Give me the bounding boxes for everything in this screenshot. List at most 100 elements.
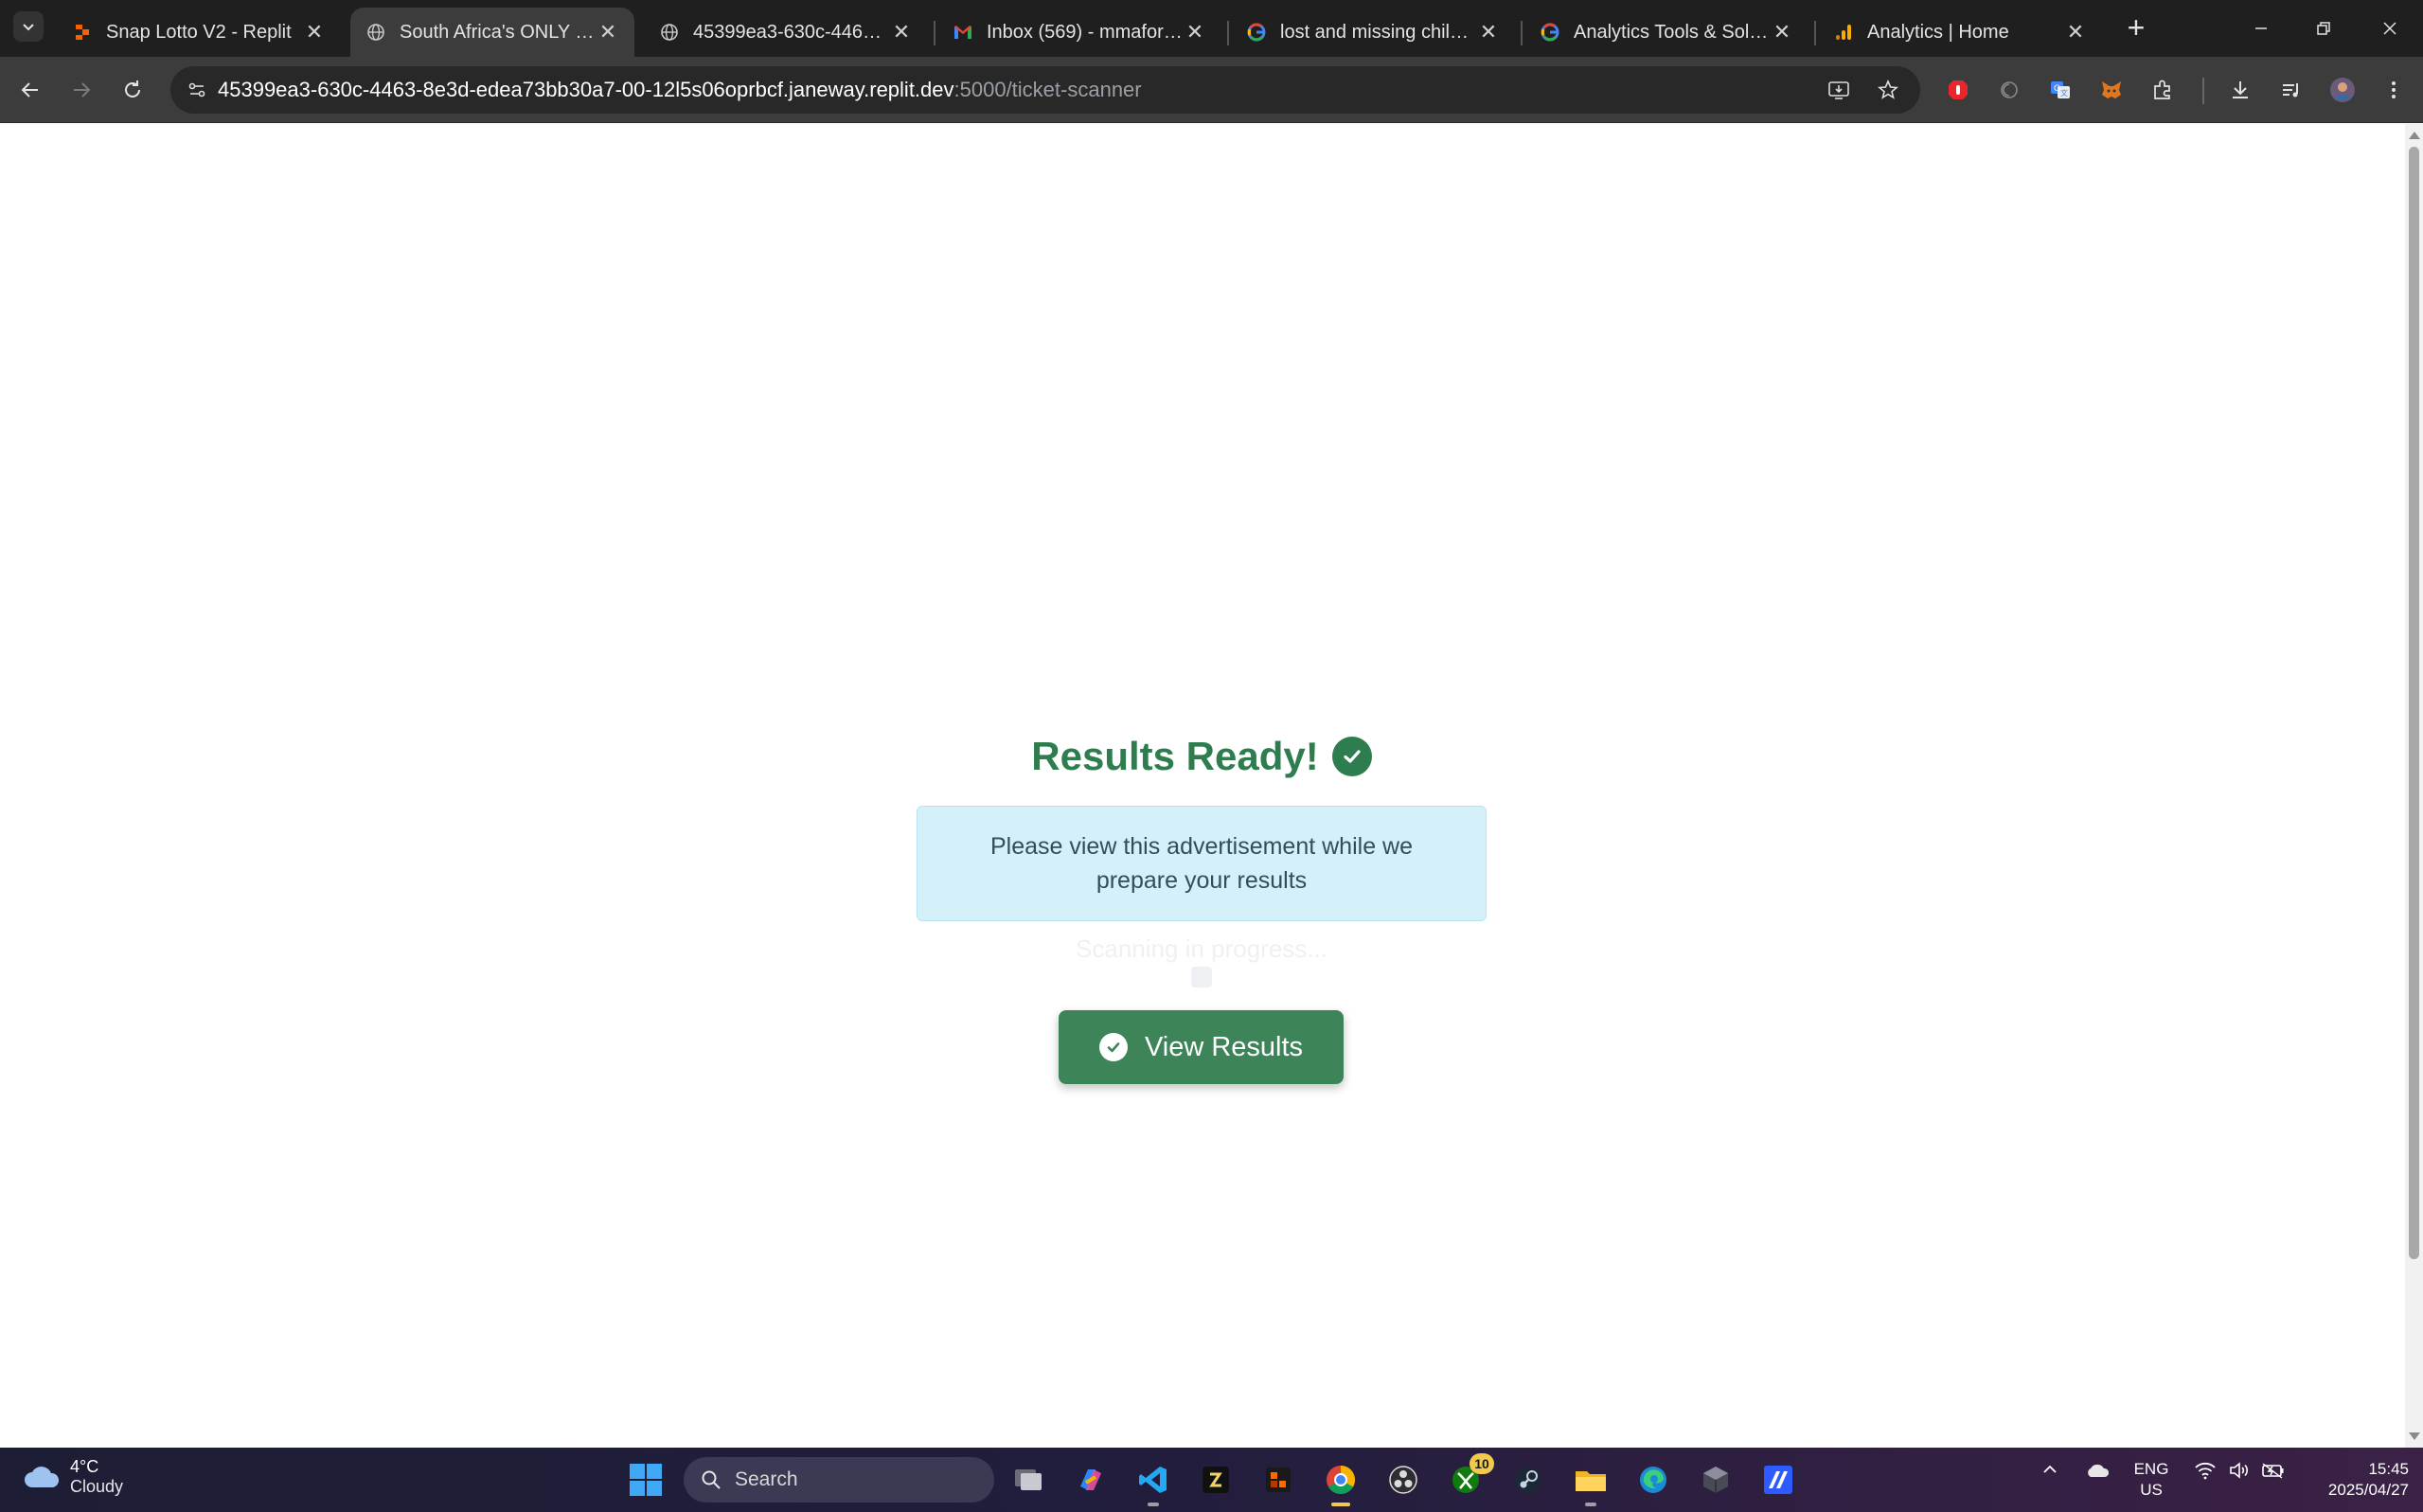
onedrive-cloud-icon[interactable] bbox=[2081, 1461, 2113, 1480]
clock-date: 2025/04/27 bbox=[2327, 1481, 2409, 1499]
forward-button[interactable] bbox=[62, 71, 100, 109]
running-indicator bbox=[1585, 1503, 1596, 1506]
close-icon[interactable]: ✕ bbox=[597, 20, 619, 44]
close-window-button[interactable] bbox=[2361, 8, 2418, 49]
reload-button[interactable] bbox=[114, 71, 151, 109]
minimize-button[interactable] bbox=[2233, 8, 2289, 49]
tab-separator bbox=[934, 21, 935, 45]
browser-menu-icon[interactable] bbox=[2375, 71, 2413, 109]
input-language-indicator[interactable]: ENG US bbox=[2129, 1459, 2174, 1501]
address-bar[interactable]: 45399ea3-630c-4463-8e3d-edea73bb30a7-00-… bbox=[170, 66, 1920, 114]
arrow-right-icon bbox=[74, 82, 91, 98]
wifi-icon[interactable] bbox=[2191, 1461, 2219, 1480]
close-icon[interactable]: ✕ bbox=[1184, 20, 1206, 44]
install-app-icon[interactable] bbox=[1818, 66, 1860, 114]
tab-gmail-inbox[interactable]: Inbox (569) - mmafora@c ✕ bbox=[937, 8, 1221, 57]
clock-time: 15:45 bbox=[2368, 1460, 2409, 1478]
bookmark-star-icon[interactable] bbox=[1867, 66, 1909, 114]
region-code: US bbox=[2140, 1481, 2163, 1499]
restore-icon bbox=[2317, 22, 2330, 35]
close-icon[interactable]: ✕ bbox=[1477, 20, 1500, 44]
tab-title: Inbox (569) - mmafora@c bbox=[987, 21, 1184, 43]
active-app-indicator bbox=[1331, 1503, 1350, 1506]
tab-analytics-tools[interactable]: Analytics Tools & Solution ✕ bbox=[1524, 8, 1808, 57]
volume-icon[interactable] bbox=[2225, 1461, 2254, 1480]
close-icon[interactable]: ✕ bbox=[303, 20, 326, 44]
view-results-label: View Results bbox=[1144, 1031, 1304, 1062]
translate-extension-icon[interactable]: G文 bbox=[2041, 71, 2079, 109]
terminal-app-icon[interactable] bbox=[1197, 1461, 1235, 1499]
battery-charging-icon[interactable] bbox=[2259, 1461, 2288, 1480]
weather-widget[interactable]: 4°C Cloudy bbox=[23, 1457, 123, 1497]
file-explorer-icon[interactable] bbox=[1572, 1461, 1610, 1499]
site-info-icon[interactable] bbox=[176, 80, 218, 100]
profile-avatar[interactable] bbox=[2324, 71, 2361, 109]
extension-circle-icon[interactable] bbox=[1990, 71, 2028, 109]
scroll-up-arrow-icon[interactable] bbox=[2409, 132, 2420, 139]
globe-icon bbox=[659, 22, 680, 43]
scroll-down-arrow-icon[interactable] bbox=[2409, 1432, 2420, 1440]
page-scrollbar[interactable] bbox=[2405, 124, 2423, 1448]
system-clock[interactable]: 15:45 2025/04/27 bbox=[2295, 1459, 2409, 1501]
downloads-icon[interactable] bbox=[2221, 71, 2259, 109]
tab-google-search[interactable]: lost and missing children ✕ bbox=[1231, 8, 1515, 57]
svg-text:文: 文 bbox=[2060, 88, 2068, 98]
tab-separator bbox=[1814, 21, 1816, 45]
metamask-fox-icon[interactable] bbox=[2093, 71, 2130, 109]
steam-icon[interactable] bbox=[1509, 1461, 1547, 1499]
reload-icon bbox=[125, 80, 140, 98]
show-hidden-icons-chevron-up-icon[interactable] bbox=[2036, 1461, 2064, 1478]
taskbar-search[interactable]: Search bbox=[684, 1457, 994, 1503]
page-title: Results Ready! bbox=[1031, 734, 1319, 778]
url-text[interactable]: 45399ea3-630c-4463-8e3d-edea73bb30a7-00-… bbox=[218, 78, 1142, 102]
analytics-icon bbox=[1833, 22, 1854, 43]
blue-app-icon[interactable] bbox=[1759, 1461, 1797, 1499]
vscode-icon[interactable] bbox=[1134, 1461, 1172, 1499]
close-icon[interactable]: ✕ bbox=[1771, 20, 1793, 44]
tab-snap-lotto-replit[interactable]: Snap Lotto V2 - Replit ✕ bbox=[57, 8, 341, 57]
close-icon[interactable]: ✕ bbox=[2064, 20, 2087, 44]
tab-analytics-home[interactable]: Analytics | Home ✕ bbox=[1818, 8, 2102, 57]
tab-title: Analytics | Home bbox=[1867, 21, 2009, 43]
language-code: ENG bbox=[2133, 1460, 2169, 1478]
task-view-icon[interactable] bbox=[1009, 1461, 1047, 1499]
browser-toolbar: 45399ea3-630c-4463-8e3d-edea73bb30a7-00-… bbox=[0, 57, 2423, 123]
tab-title: Analytics Tools & Solution bbox=[1574, 21, 1771, 43]
tab-replit-dev-url[interactable]: 45399ea3-630c-4463-8e3 ✕ bbox=[644, 8, 928, 57]
google-icon bbox=[1540, 22, 1560, 43]
adblock-extension-icon[interactable] bbox=[1939, 71, 1977, 109]
results-heading: Results Ready! bbox=[917, 734, 1487, 779]
chevron-down-icon bbox=[23, 24, 34, 31]
media-controls-icon[interactable] bbox=[2272, 71, 2310, 109]
minimize-icon bbox=[2255, 27, 2267, 29]
tab-separator bbox=[1521, 21, 1523, 45]
start-button[interactable] bbox=[627, 1461, 665, 1499]
windows-logo-icon bbox=[630, 1464, 662, 1496]
tab-title: 45399ea3-630c-4463-8e3 bbox=[693, 21, 890, 43]
chrome-icon[interactable] bbox=[1322, 1461, 1360, 1499]
obs-icon[interactable] bbox=[1384, 1461, 1422, 1499]
tab-south-africa-lotto[interactable]: South Africa's ONLY Lotte ✕ bbox=[350, 8, 634, 57]
weather-temperature: 4°C bbox=[70, 1457, 99, 1476]
extensions-puzzle-icon[interactable] bbox=[2144, 71, 2182, 109]
edge-icon[interactable] bbox=[1634, 1461, 1672, 1499]
view-results-button[interactable]: View Results bbox=[1059, 1010, 1344, 1084]
new-tab-button[interactable]: + bbox=[2119, 11, 2153, 45]
copilot-icon[interactable] bbox=[1072, 1461, 1110, 1499]
page-viewport: Results Ready! Please view this advertis… bbox=[0, 124, 2405, 1448]
running-indicator bbox=[1148, 1503, 1159, 1506]
results-card: Results Ready! Please view this advertis… bbox=[917, 726, 1487, 1086]
url-path: :5000/ticket-scanner bbox=[953, 78, 1142, 101]
close-icon[interactable]: ✕ bbox=[890, 20, 913, 44]
globe-icon bbox=[365, 22, 386, 43]
cube-app-icon[interactable] bbox=[1697, 1461, 1735, 1499]
scrollbar-thumb[interactable] bbox=[2409, 147, 2419, 1259]
check-circle-icon bbox=[1331, 737, 1372, 776]
tab-title: South Africa's ONLY Lotte bbox=[400, 21, 597, 43]
search-icon bbox=[702, 1470, 721, 1489]
tab-search-button[interactable] bbox=[13, 11, 44, 42]
game-app-icon[interactable] bbox=[1259, 1461, 1297, 1499]
back-button[interactable] bbox=[11, 71, 49, 109]
windows-taskbar: 4°C Cloudy Search 10 ENG US 15:45 2025/0… bbox=[0, 1448, 2423, 1512]
restore-button[interactable] bbox=[2295, 8, 2352, 49]
